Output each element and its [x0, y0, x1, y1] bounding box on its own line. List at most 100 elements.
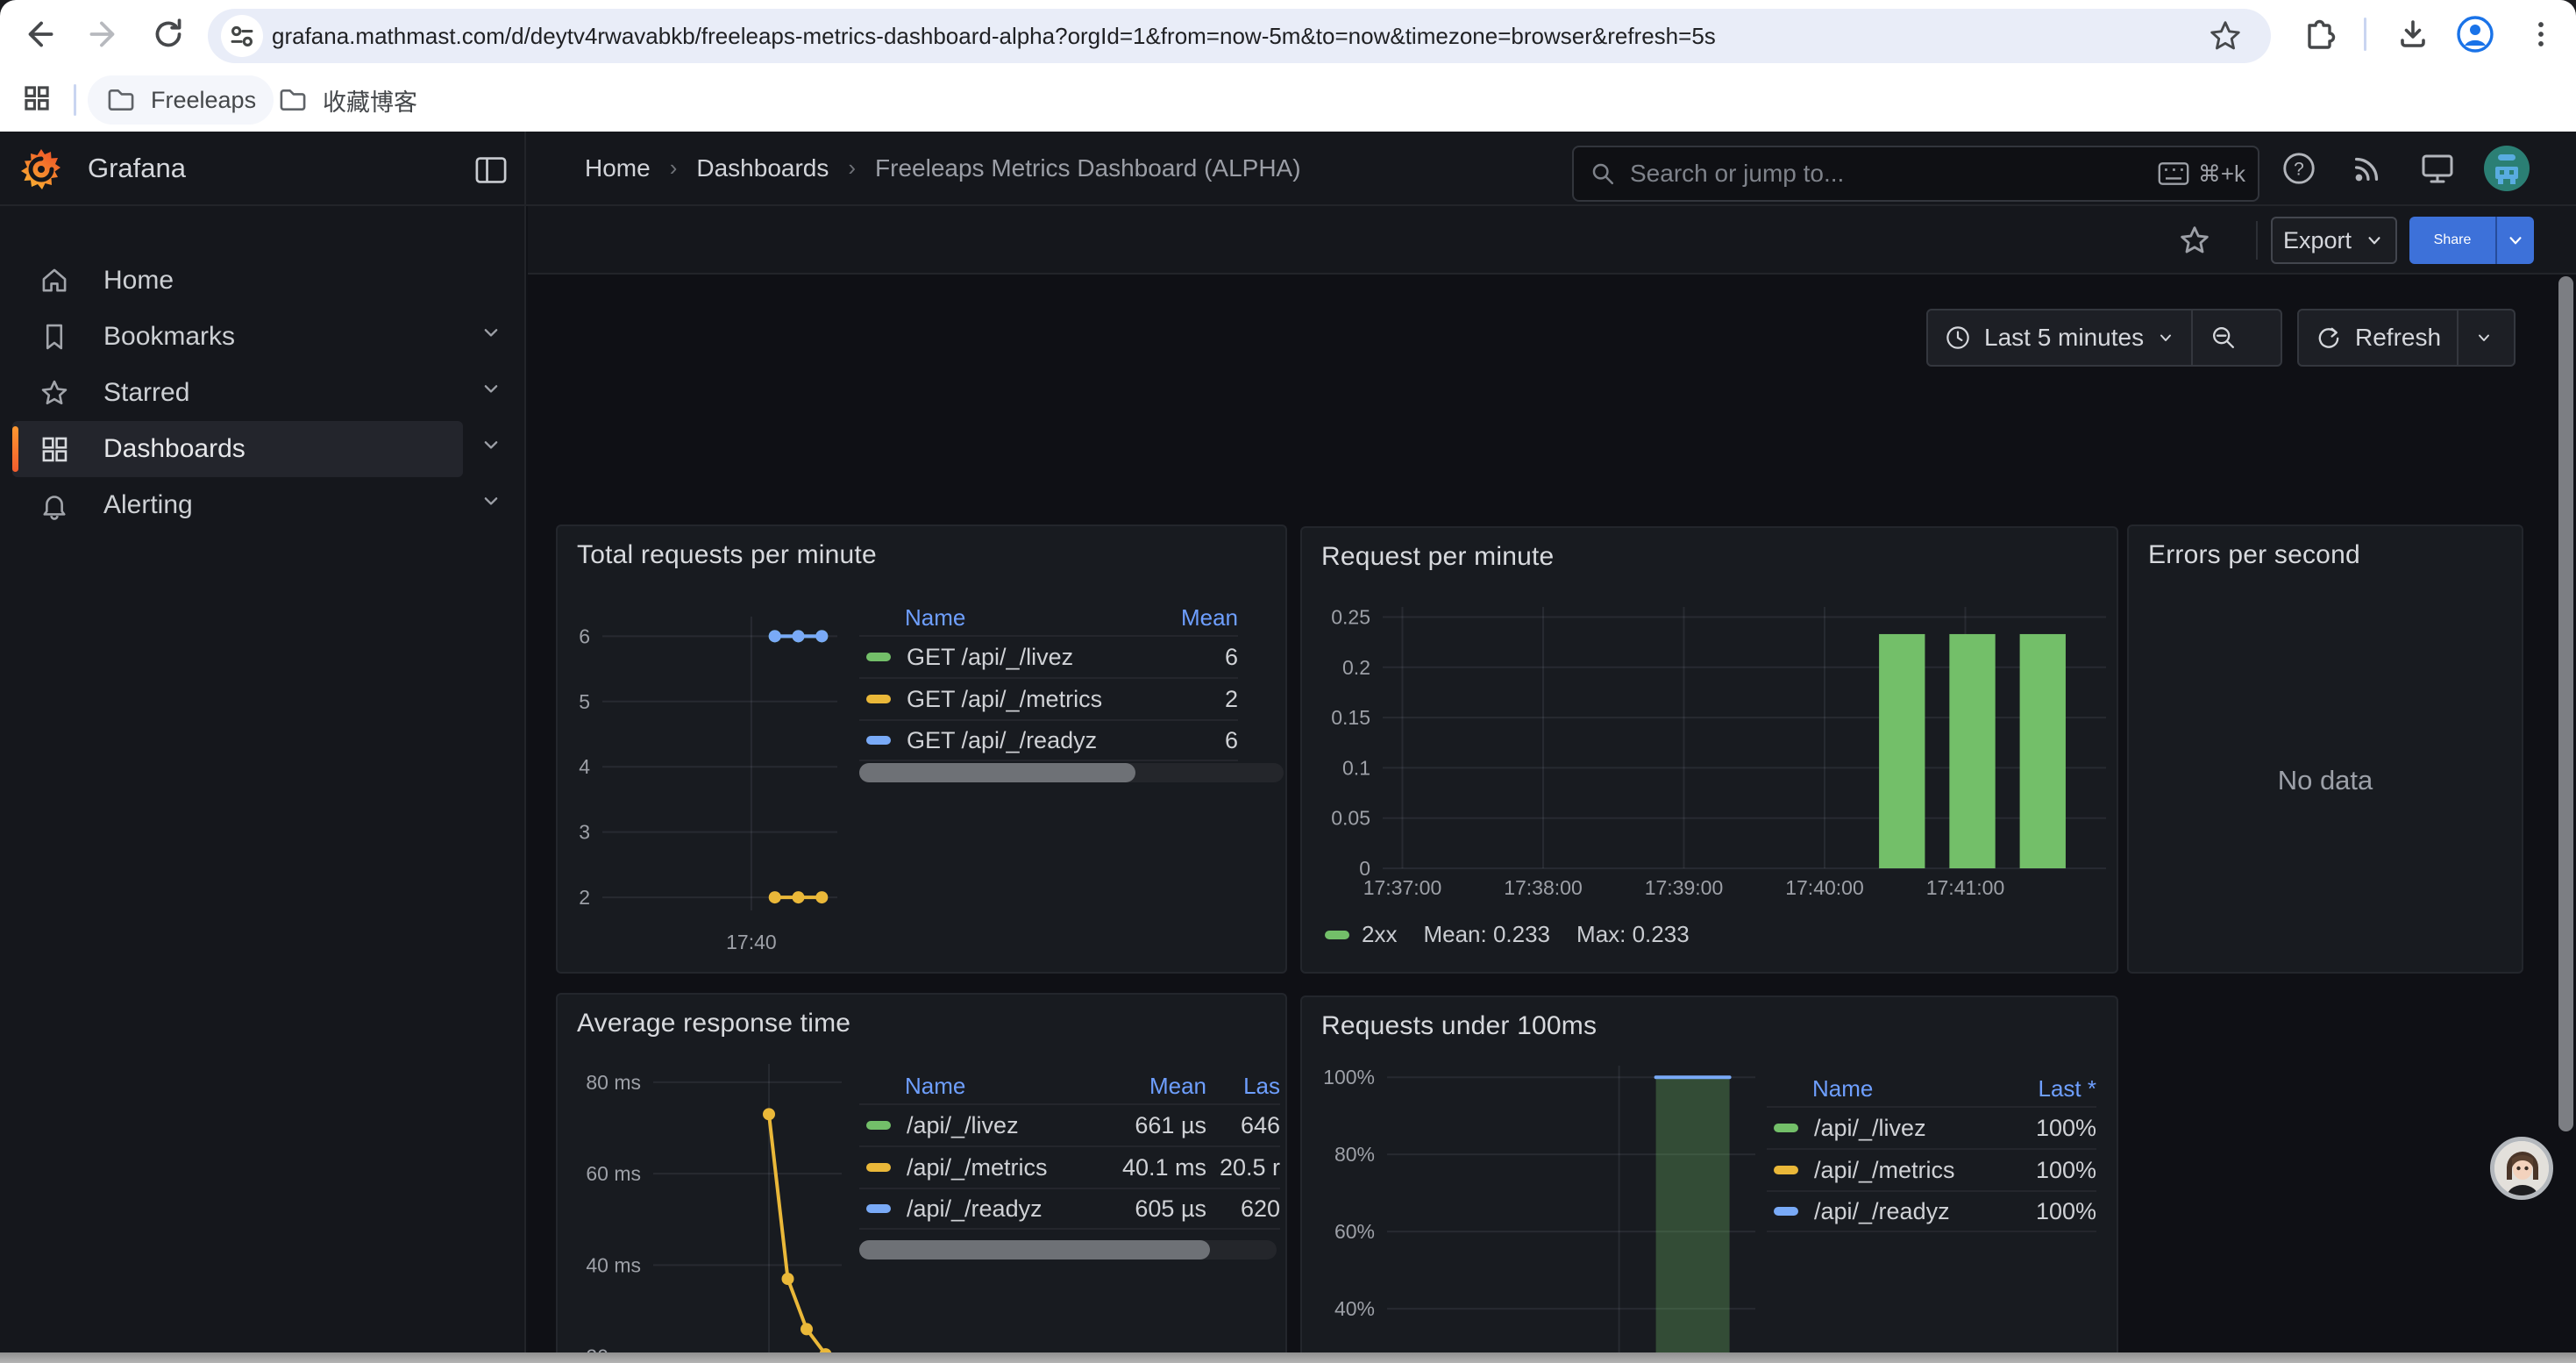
legend-row[interactable]: /api/_/livez100% — [1767, 1106, 2096, 1148]
search-input[interactable]: Search or jump to... ⌘+k — [1572, 146, 2259, 202]
panel-average-response-time[interactable]: Average response time 80 ms60 ms40 ms20 … — [556, 993, 1287, 1363]
legend-row[interactable]: /api/_/readyz 100% — [1767, 1190, 2096, 1232]
legend-row[interactable]: GET /api/_/metrics2 — [859, 677, 1238, 719]
legend-scrollbar[interactable] — [859, 1240, 1277, 1260]
series-swatch — [866, 1121, 891, 1130]
zoom-out-button[interactable] — [2193, 310, 2254, 365]
reload-button[interactable] — [142, 8, 195, 61]
user-avatar[interactable] — [2484, 146, 2530, 191]
time-range-picker[interactable]: Last 5 minutes — [1928, 310, 2191, 365]
alerting-expand-button[interactable] — [473, 483, 509, 518]
brand-title: Grafana — [88, 132, 186, 204]
assistant-avatar[interactable] — [2490, 1137, 2553, 1200]
bookmark-label: Freeleaps — [151, 87, 256, 114]
series-value: 661 µs — [1103, 1112, 1206, 1139]
back-icon — [19, 14, 60, 54]
svg-text:5: 5 — [579, 690, 590, 713]
bookmarks-expand-button[interactable] — [473, 315, 509, 350]
series-name: /api/_/readyz — [907, 1195, 1042, 1223]
svg-text:17:41:00: 17:41:00 — [1926, 876, 2005, 899]
sidebar-item-starred[interactable]: Starred — [12, 365, 463, 421]
bookmark-folder-freeleaps[interactable]: Freeleaps — [88, 75, 274, 125]
display-button[interactable] — [2413, 144, 2462, 193]
legend-header[interactable]: Las — [1206, 1073, 1280, 1100]
panel-errors-per-second[interactable]: Errors per second No data — [2127, 525, 2523, 974]
sidebar-item-alerting[interactable]: Alerting — [12, 477, 463, 533]
series-value: 6 — [1143, 644, 1238, 671]
profile-button[interactable] — [2449, 8, 2501, 61]
share-button[interactable]: Share — [2409, 217, 2495, 264]
share-menu-button[interactable] — [2495, 217, 2534, 264]
legend-max: Max: 0.233 — [1576, 921, 1690, 948]
extensions-button[interactable] — [2290, 8, 2343, 61]
panel-request-per-minute[interactable]: Request per minute 00.050.10.150.20.2517… — [1300, 526, 2118, 974]
window-bottom-edge — [0, 1352, 2576, 1363]
starred-expand-button[interactable] — [473, 371, 509, 406]
refresh-interval-button[interactable] — [2459, 310, 2509, 365]
apps-grid-button[interactable] — [11, 72, 63, 125]
panel-requests-under-100ms[interactable]: Requests under 100ms 100%80%60%40%20%0%1… — [1300, 995, 2118, 1363]
page-scrollbar-thumb[interactable] — [2558, 276, 2573, 1131]
legend-header[interactable]: Name — [1767, 1075, 1998, 1103]
legend-mean: Mean: 0.233 — [1423, 921, 1550, 948]
legend[interactable]: 2xx Mean: 0.233 Max: 0.233 — [1325, 921, 1690, 948]
address-bar[interactable]: grafana.mathmast.com/d/deytv4rwavabkb/fr… — [208, 9, 2271, 63]
legend-row[interactable]: /api/_/readyz605 µs620 — [859, 1188, 1280, 1230]
breadcrumb-dashboards[interactable]: Dashboards — [696, 154, 829, 182]
legend-table[interactable]: NameMeanLas/api/_/livez661 µs646/api/_/m… — [859, 1068, 1284, 1230]
puzzle-icon — [2297, 15, 2336, 54]
bookmark-folder-blogs[interactable]: 收藏博客 — [260, 75, 435, 125]
help-button[interactable]: ? — [2274, 144, 2323, 193]
series-value: 20.5 r — [1206, 1154, 1280, 1181]
sidebar-item-label: Alerting — [103, 490, 193, 520]
legend-row[interactable]: /api/_/metrics40.1 ms20.5 r — [859, 1145, 1280, 1188]
svg-text:17:38:00: 17:38:00 — [1504, 876, 1583, 899]
site-settings-button[interactable] — [221, 15, 263, 57]
svg-text:60%: 60% — [1334, 1220, 1375, 1243]
legend-header[interactable]: Mean — [1143, 604, 1238, 632]
series-value: 100% — [1998, 1198, 2096, 1225]
sidebar-toggle-button[interactable] — [472, 151, 510, 189]
sidebar-item-bookmarks[interactable]: Bookmarks — [12, 309, 463, 365]
legend-scrollbar-thumb[interactable] — [859, 763, 1135, 782]
forward-button[interactable] — [77, 8, 130, 61]
dashboards-expand-button[interactable] — [473, 427, 509, 462]
breadcrumb-current: Freeleaps Metrics Dashboard (ALPHA) — [875, 154, 1301, 182]
legend-scrollbar-thumb[interactable] — [859, 1240, 1210, 1260]
back-button[interactable] — [13, 8, 66, 61]
bookmark-page-button[interactable] — [2204, 15, 2246, 57]
sidebar-item-dashboards[interactable]: Dashboards — [12, 421, 463, 477]
series-name: /api/_/readyz — [1814, 1198, 1950, 1225]
legend-table[interactable]: NameLast * /api/_/livez100%/api/_/metrics… — [1767, 1071, 2107, 1232]
sidebar-item-home[interactable]: Home — [12, 253, 463, 309]
panel-title: Average response time — [577, 1009, 850, 1038]
export-label: Export — [2283, 227, 2352, 254]
legend-header[interactable]: Name — [859, 604, 1143, 632]
svg-text:0.2: 0.2 — [1342, 656, 1370, 679]
share-label: Share — [2434, 232, 2472, 248]
url-text: grafana.mathmast.com/d/deytv4rwavabkb/fr… — [272, 9, 1716, 63]
active-indicator — [12, 426, 18, 472]
legend-row[interactable]: /api/_/metrics100% — [1767, 1148, 2096, 1190]
legend-header[interactable]: Mean — [1103, 1073, 1206, 1100]
legend-row[interactable]: GET /api/_/livez6 — [859, 635, 1238, 677]
legend-table[interactable]: NameMean GET /api/_/livez6GET /api/_/metr… — [859, 600, 1284, 761]
share-button-group: Share — [2409, 217, 2534, 264]
svg-text:80%: 80% — [1334, 1143, 1375, 1166]
legend-scrollbar[interactable] — [859, 763, 1284, 782]
panel-total-requests-per-minute[interactable]: Total requests per minute 6543217:40 Nam… — [556, 525, 1287, 974]
legend-row[interactable]: /api/_/livez661 µs646 — [859, 1103, 1280, 1145]
bar-chart: 00.050.10.150.20.2517:37:0017:38:0017:39… — [1302, 528, 2120, 975]
downloads-button[interactable] — [2387, 8, 2439, 61]
legend-header[interactable]: Last * — [1998, 1075, 2096, 1103]
legend-row[interactable]: GET /api/_/readyz6 — [859, 719, 1238, 761]
legend-header[interactable]: Name — [859, 1073, 1103, 1100]
breadcrumb-home[interactable]: Home — [585, 154, 651, 182]
export-button[interactable]: Export — [2271, 217, 2397, 264]
favorite-dashboard-button[interactable] — [2174, 220, 2215, 260]
dots-menu-icon — [2523, 17, 2558, 52]
series-swatch — [1774, 1124, 1798, 1132]
browser-menu-button[interactable] — [2515, 8, 2567, 61]
news-button[interactable] — [2343, 144, 2392, 193]
refresh-button[interactable]: Refresh — [2299, 310, 2457, 365]
